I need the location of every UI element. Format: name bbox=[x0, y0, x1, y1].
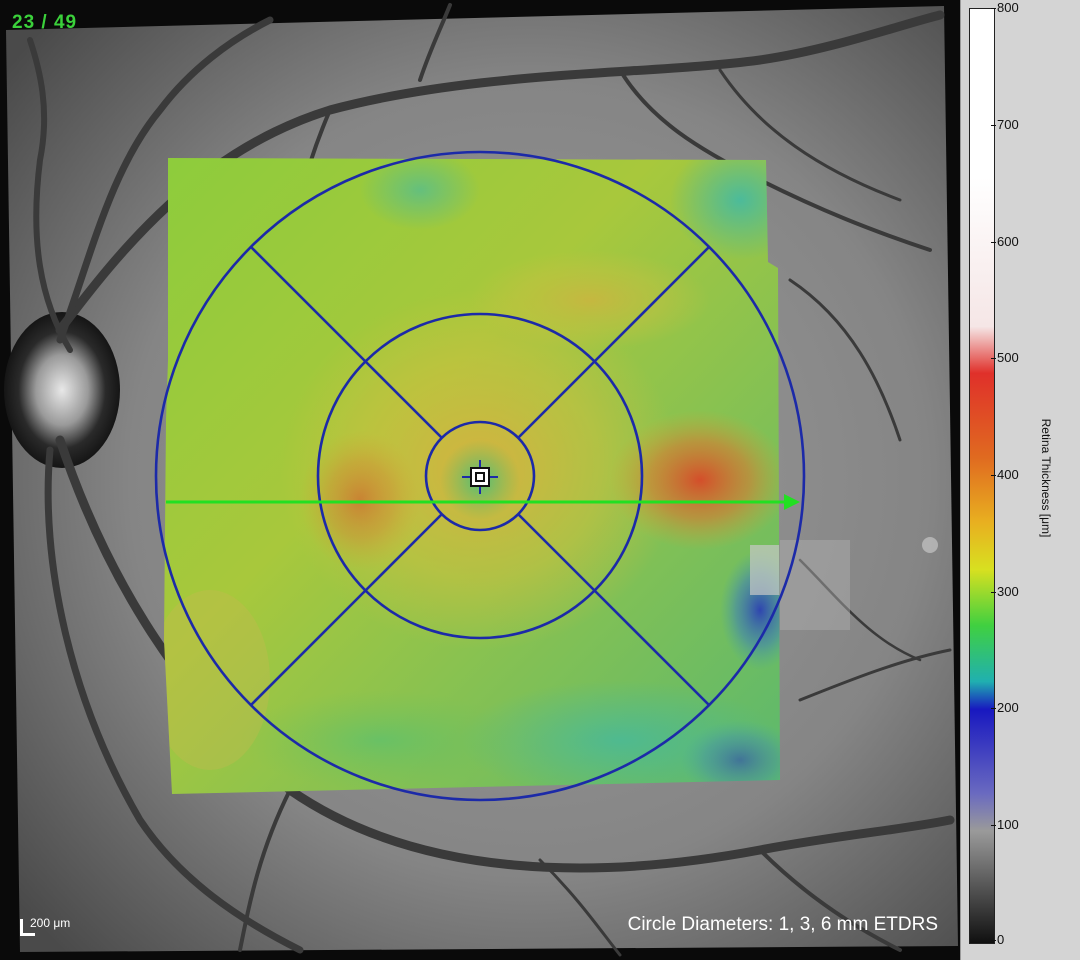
fundus-image bbox=[0, 0, 958, 960]
frame-counter: 23 / 49 bbox=[12, 12, 78, 33]
legend-tick: 500 bbox=[991, 350, 1019, 365]
fundus-viewer[interactable]: 23 / 49 200 μm Circle Diameters: 1, 3, 6… bbox=[0, 0, 960, 960]
legend-tick: 700 bbox=[991, 117, 1019, 132]
legend-tick: 300 bbox=[991, 584, 1019, 599]
legend-tick: 400 bbox=[991, 467, 1019, 482]
legend-tick: 600 bbox=[991, 234, 1019, 249]
thickness-legend: 800 700 600 500 400 300 200 100 0 bbox=[960, 0, 1080, 960]
legend-tick: 0 bbox=[990, 932, 1005, 947]
legend-tick: 800 bbox=[991, 0, 1019, 15]
legend-tick: 100 bbox=[991, 817, 1019, 832]
scale-label: 200 μm bbox=[30, 916, 71, 930]
legend-title: Retina Thickness [μm] bbox=[1039, 418, 1053, 538]
circle-diameters-caption: Circle Diameters: 1, 3, 6 mm ETDRS bbox=[627, 914, 938, 935]
color-scale-bar bbox=[969, 8, 995, 944]
legend-tick: 200 bbox=[991, 700, 1019, 715]
